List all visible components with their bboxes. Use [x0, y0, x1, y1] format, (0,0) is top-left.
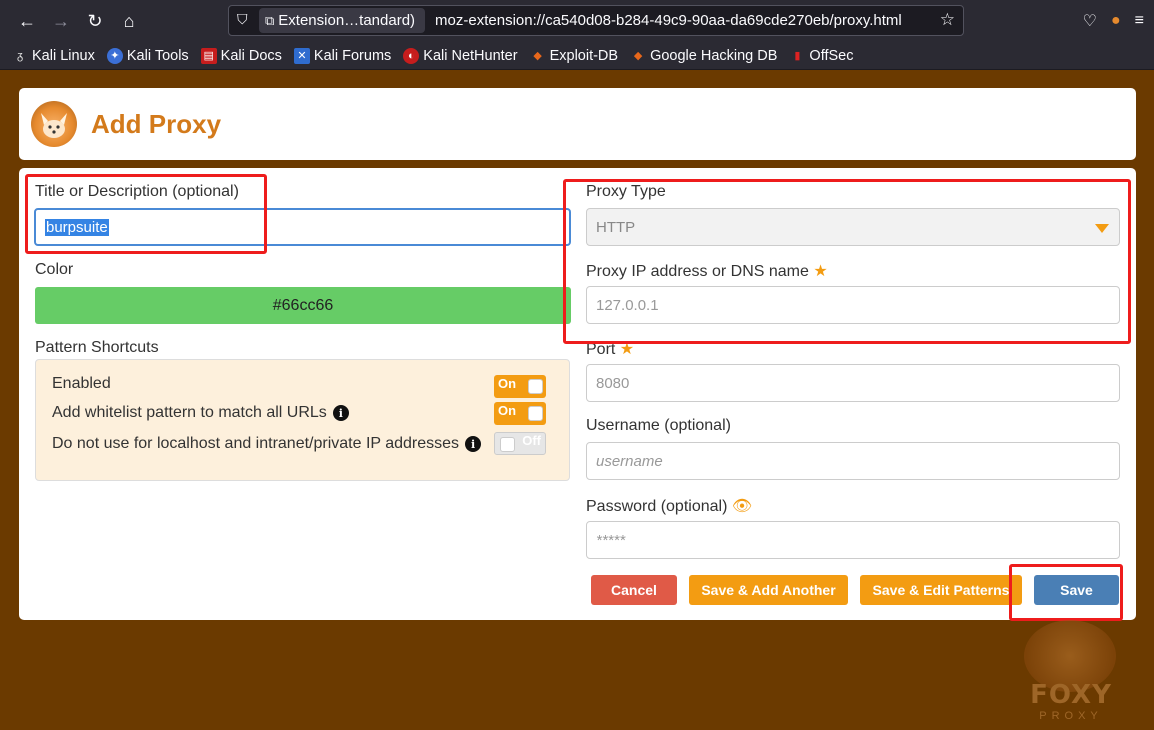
info-icon[interactable]: i: [465, 436, 482, 452]
shortcut-enabled: Enabled: [52, 375, 111, 392]
shield-icon[interactable]: ⛉: [237, 11, 248, 28]
foxyproxy-logo-icon: [31, 101, 77, 147]
ip-input[interactable]: 127.0.0.1: [586, 286, 1120, 324]
color-label: Color: [35, 261, 74, 278]
proxy-type-value: HTTP: [596, 218, 636, 236]
bookmarks-bar: ᵹ Kali Linux ✦ Kali Tools ▤ Kali Docs ✕ Kali…: [0, 42, 1154, 70]
home-icon[interactable]: ⌂: [112, 4, 146, 38]
whitelist-toggle[interactable]: On: [494, 402, 546, 425]
title-input-value: burpsuite: [45, 218, 109, 236]
ip-label: Proxy IP address or DNS name ★: [586, 263, 828, 280]
proxy-form: Title or Description (optional) burpsuit…: [19, 168, 1136, 620]
identity-label: Extension…tandard): [278, 12, 416, 29]
color-picker[interactable]: #66cc66: [35, 287, 571, 324]
browser-toolbar: ← → ↻ ⌂ ⛉ ⧉ Extension…tandard) moz-exten…: [0, 0, 1154, 42]
port-label: Port ★: [586, 341, 635, 358]
pattern-shortcuts-panel: Enabled On Add whitelist pattern to matc…: [35, 359, 570, 481]
page-title: Add Proxy: [91, 108, 222, 139]
url-text[interactable]: moz-extension://ca540d08-b284-49c9-90aa-…: [435, 12, 915, 29]
kali-tools-icon: ✦: [106, 47, 123, 64]
watermark-sub: PROXY: [1039, 710, 1103, 722]
info-icon[interactable]: i: [332, 405, 349, 421]
title-input[interactable]: burpsuite: [34, 208, 571, 246]
password-label: Password (optional) 👁: [586, 498, 753, 515]
bookmark-kali-tools[interactable]: ✦ Kali Tools: [106, 47, 189, 64]
shortcut-localhost: Do not use for localhost and intranet/pr…: [52, 435, 482, 453]
exploit-db-icon: ◆: [533, 50, 542, 62]
foxyproxy-extension-icon[interactable]: ●: [1111, 12, 1121, 30]
kali-dragon-icon: ᵹ: [16, 49, 24, 62]
bookmark-kali-nethunter[interactable]: ◐ Kali NetHunter: [403, 47, 518, 64]
menu-icon[interactable]: ≡: [1135, 12, 1144, 30]
eye-icon[interactable]: 👁: [732, 498, 752, 515]
reload-icon[interactable]: ↻: [78, 4, 112, 38]
url-bar[interactable]: ⛉ ⧉ Extension…tandard) moz-extension://c…: [228, 5, 964, 36]
title-label: Title or Description (optional): [35, 183, 239, 200]
save-button[interactable]: Save: [1034, 575, 1119, 605]
page-header: Add Proxy: [19, 88, 1136, 160]
watermark-brand: FOXY: [1030, 680, 1112, 710]
username-label: Username (optional): [586, 417, 731, 434]
puzzle-icon: ⧉: [265, 12, 275, 28]
required-star-icon: ★: [619, 341, 635, 358]
bookmark-offsec[interactable]: ▮ OffSec: [789, 48, 853, 64]
required-star-icon: ★: [813, 263, 828, 280]
localhost-toggle[interactable]: Off: [494, 432, 546, 455]
username-input[interactable]: username: [586, 442, 1120, 480]
kali-docs-icon: ▤: [200, 47, 217, 64]
bookmark-kali-linux[interactable]: ᵹ Kali Linux: [12, 48, 95, 64]
save-edit-patterns-button[interactable]: Save & Edit Patterns: [860, 575, 1022, 605]
pattern-shortcuts-label: Pattern Shortcuts: [35, 339, 159, 356]
enabled-toggle[interactable]: On: [494, 375, 546, 398]
offsec-icon: ▮: [794, 50, 801, 62]
ghdb-icon: ◆: [633, 50, 643, 62]
proxy-type-select[interactable]: HTTP: [586, 208, 1120, 246]
shortcut-whitelist: Add whitelist pattern to match all URLs …: [52, 404, 349, 422]
bookmark-exploit-db[interactable]: ◆ Exploit-DB: [530, 48, 618, 64]
back-arrow-icon[interactable]: ←: [10, 4, 44, 38]
bookmark-kali-forums[interactable]: ✕ Kali Forums: [293, 47, 391, 64]
forward-arrow-icon[interactable]: →: [44, 4, 78, 38]
bookmark-google-hacking-db[interactable]: ◆ Google Hacking DB: [630, 48, 778, 64]
port-input[interactable]: 8080: [586, 364, 1120, 402]
foxyproxy-watermark: FOXY PROXY: [1016, 620, 1126, 725]
save-add-another-button[interactable]: Save & Add Another: [689, 575, 848, 605]
bookmark-kali-docs[interactable]: ▤ Kali Docs: [200, 47, 282, 64]
kali-forums-icon: ✕: [293, 47, 310, 64]
dropdown-arrow-icon: [1095, 224, 1109, 233]
pocket-icon[interactable]: ♡: [1083, 11, 1097, 31]
nethunter-icon: ◐: [403, 47, 420, 64]
bookmark-star-icon[interactable]: ☆: [940, 10, 955, 30]
proxy-type-label: Proxy Type: [586, 183, 666, 200]
cancel-button[interactable]: Cancel: [591, 575, 677, 605]
extension-identity-box[interactable]: ⧉ Extension…tandard): [259, 8, 426, 33]
password-input[interactable]: *****: [586, 521, 1120, 559]
